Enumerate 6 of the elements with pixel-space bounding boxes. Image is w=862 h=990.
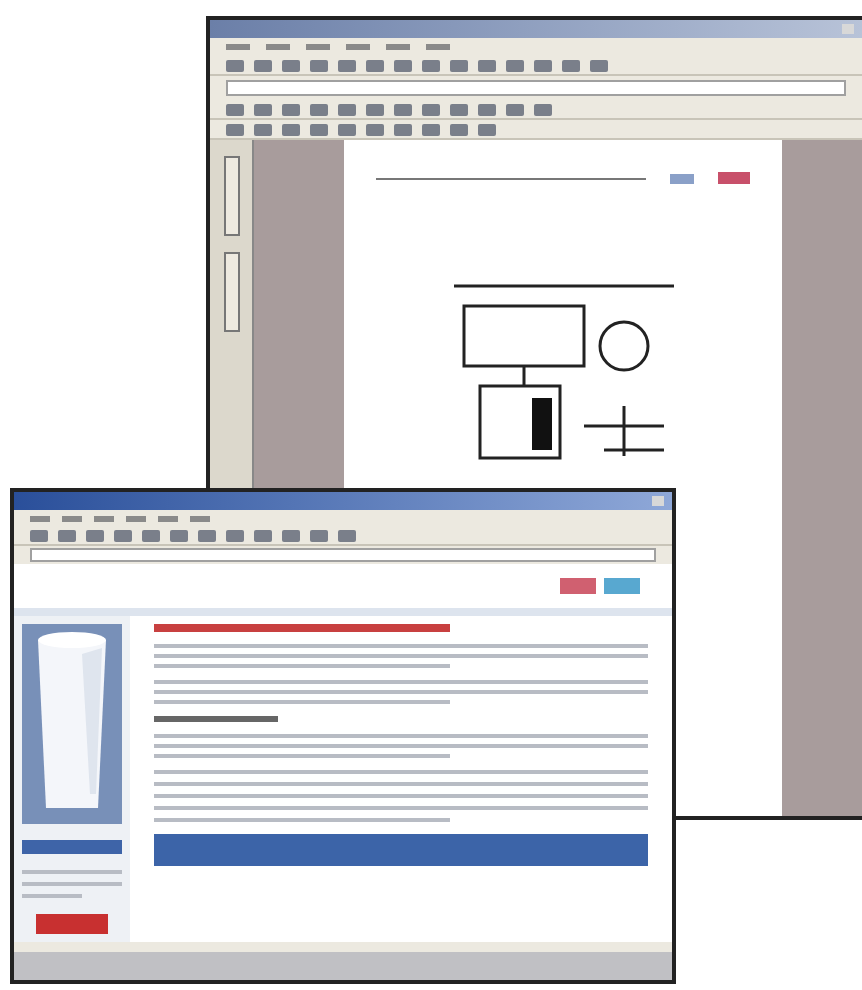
address-field[interactable] bbox=[30, 548, 656, 562]
side-tab[interactable] bbox=[223, 252, 239, 332]
side-tab[interactable] bbox=[223, 156, 239, 236]
address-field[interactable] bbox=[226, 80, 846, 96]
text-lines-drawing bbox=[22, 870, 122, 898]
subheading-drawing bbox=[154, 716, 278, 722]
